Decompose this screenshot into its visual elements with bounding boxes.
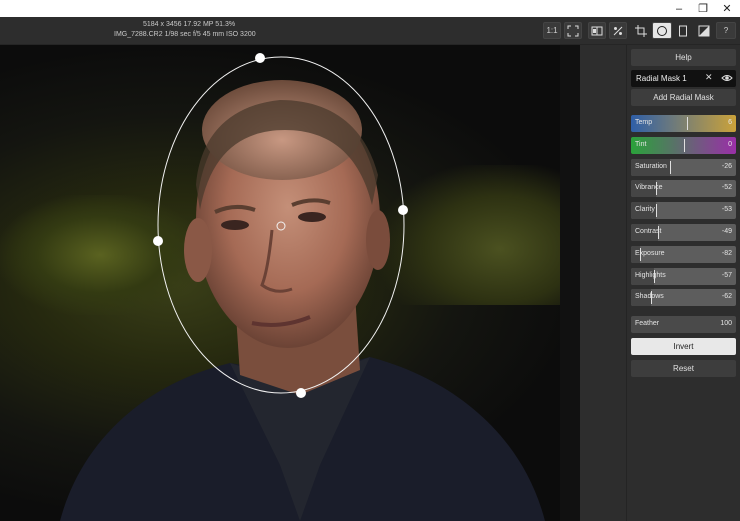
slider-value: -26 — [721, 163, 732, 170]
slider-value: -57 — [721, 272, 732, 279]
help-button[interactable]: Help — [631, 49, 736, 66]
split-percent-icon — [613, 26, 623, 35]
panel-divider — [626, 45, 627, 521]
slider-label: Highlights — [635, 272, 666, 279]
radial-mask-tool-button[interactable] — [652, 22, 672, 39]
slider-label: Saturation — [635, 163, 667, 170]
slider-handle[interactable] — [656, 204, 657, 217]
slider-temp[interactable]: Temp 6 — [631, 115, 736, 132]
crop-icon — [635, 24, 647, 37]
slider-label: Tint — [635, 141, 647, 148]
help-toolbar-button[interactable]: ? — [716, 22, 736, 39]
app-toolbar: 5184 x 3456 17.92 MP 51.3% IMG_7288.CR2 … — [0, 17, 740, 45]
help-icon: ? — [723, 26, 729, 35]
radial-mask-overlay — [153, 53, 408, 398]
add-radial-mask-button[interactable]: Add Radial Mask — [631, 89, 736, 106]
mask-handle-right[interactable] — [398, 205, 408, 215]
slider-contrast[interactable]: Contrast -49 — [631, 224, 736, 241]
image-exif-info: IMG_7288.CR2 1/98 sec f/5 45 mm ISO 3200 — [114, 31, 256, 38]
image-dimensions-info: 5184 x 3456 17.92 MP 51.3% — [143, 21, 236, 28]
eye-icon[interactable] — [721, 73, 733, 83]
compare-button[interactable] — [588, 22, 606, 39]
mask-handle-top[interactable] — [255, 53, 265, 63]
slider-label: Contrast — [635, 228, 662, 235]
slider-label: Vibrance — [635, 184, 663, 191]
slider-saturation[interactable]: Saturation -26 — [631, 159, 736, 176]
slider-value: -52 — [721, 184, 732, 191]
slider-tint[interactable]: Tint 0 — [631, 137, 736, 154]
slider-highlights[interactable]: Highlights -57 — [631, 268, 736, 285]
slider-value: -53 — [721, 206, 732, 213]
feather-label: Feather — [635, 320, 660, 327]
gradient-mask-icon — [698, 25, 710, 36]
split-view-button[interactable] — [609, 22, 627, 39]
slider-exposure[interactable]: Exposure -82 — [631, 246, 736, 263]
fit-screen-button[interactable] — [564, 22, 582, 39]
slider-value: 0 — [728, 141, 732, 148]
fit-screen-icon — [567, 25, 579, 36]
feather-value: 100 — [720, 320, 732, 327]
mask-list-item[interactable]: Radial Mask 1 ✕ — [631, 70, 736, 87]
invert-button[interactable]: Invert — [631, 338, 736, 355]
window-title-bar: – ❐ ✕ — [0, 0, 740, 17]
gradient-mask-tool-button[interactable] — [694, 22, 714, 39]
slider-handle[interactable] — [684, 139, 685, 152]
slider-label: Shadows — [635, 293, 664, 300]
slider-value: -62 — [721, 293, 732, 300]
radial-mask-ellipse[interactable] — [157, 56, 405, 394]
photo-canvas[interactable] — [0, 45, 580, 521]
radial-mask-icon — [657, 25, 667, 36]
slider-label: Exposure — [635, 250, 665, 257]
mask-handle-left[interactable] — [153, 236, 163, 246]
compare-icon — [591, 26, 603, 35]
delete-mask-icon[interactable]: ✕ — [705, 72, 713, 83]
rectangle-icon — [679, 25, 687, 36]
slider-value: 6 — [728, 119, 732, 126]
mask-name-label: Radial Mask 1 — [636, 74, 687, 83]
slider-vibrance[interactable]: Vibrance -52 — [631, 180, 736, 197]
feather-slider[interactable]: Feather 100 — [631, 316, 736, 333]
close-window-button[interactable]: ✕ — [712, 0, 740, 17]
mask-center-handle[interactable] — [276, 221, 286, 231]
slider-value: -82 — [721, 250, 732, 257]
slider-shadows[interactable]: Shadows -62 — [631, 289, 736, 306]
slider-value: -49 — [721, 228, 732, 235]
crop-button[interactable] — [631, 22, 651, 39]
zoom-1-1-button[interactable]: 1:1 — [543, 22, 561, 39]
slider-label: Clarity — [635, 206, 655, 213]
mask-handle-bottom[interactable] — [296, 388, 306, 398]
rectangle-tool-button[interactable] — [673, 22, 693, 39]
reset-button[interactable]: Reset — [631, 360, 736, 377]
slider-handle[interactable] — [687, 117, 688, 130]
slider-label: Temp — [635, 119, 653, 126]
slider-clarity[interactable]: Clarity -53 — [631, 202, 736, 219]
slider-handle[interactable] — [670, 161, 671, 174]
